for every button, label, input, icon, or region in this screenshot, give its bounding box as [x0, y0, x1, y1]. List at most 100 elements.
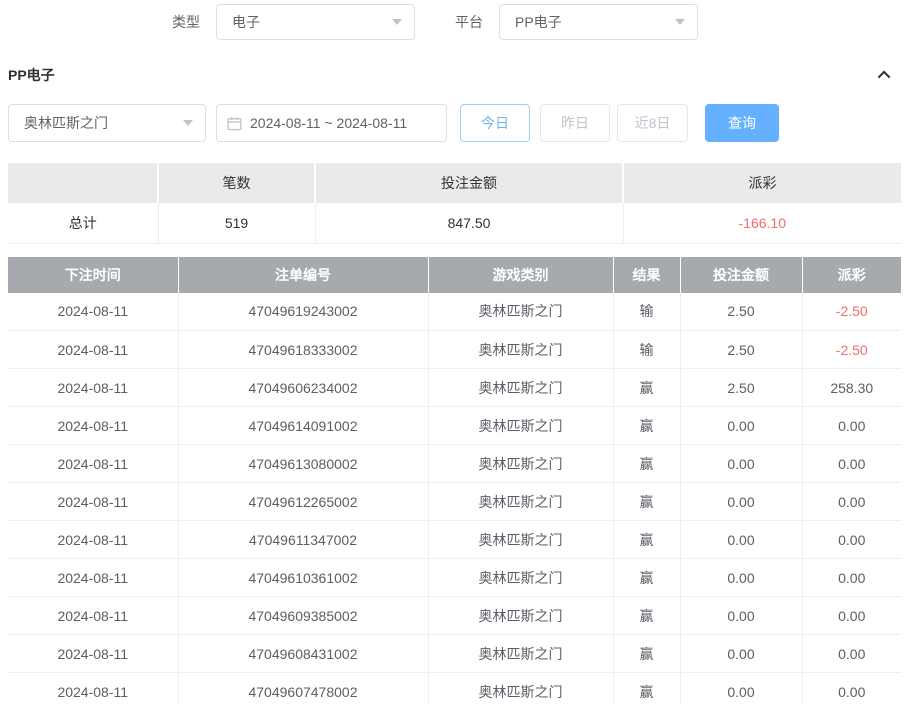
yesterday-button[interactable]: 昨日 — [540, 104, 610, 142]
table-row: 2024-08-1147049612265002奥林匹斯之门赢0.000.00 — [8, 483, 901, 521]
bet-id-cell: 47049613080002 — [178, 445, 428, 483]
top-filter-bar: 类型 电子 平台 PP电子 — [8, 4, 901, 40]
calendar-icon — [227, 116, 242, 131]
bet-id-cell: 47049606234002 — [178, 369, 428, 407]
payout-cell: 0.00 — [802, 673, 901, 704]
section-header: PP电子 — [8, 64, 901, 86]
bet-amount-cell: 0.00 — [680, 597, 802, 635]
header-bet-time: 下注时间 — [8, 257, 178, 293]
bet-amount-cell: 0.00 — [680, 445, 802, 483]
bet-time-cell: 2024-08-11 — [8, 445, 178, 483]
summary-payout-value: -166.10 — [623, 203, 901, 243]
platform-select[interactable]: PP电子 — [499, 4, 698, 40]
summary-header-blank — [8, 163, 158, 203]
payout-cell: 0.00 — [802, 483, 901, 521]
bet-table: 下注时间 注单编号 游戏类别 结果 投注金额 派彩 2024-08-114704… — [8, 257, 901, 704]
bet-amount-cell: 0.00 — [680, 635, 802, 673]
bet-time-cell: 2024-08-11 — [8, 483, 178, 521]
result-cell: 赢 — [613, 635, 680, 673]
payout-cell: 0.00 — [802, 597, 901, 635]
result-cell: 赢 — [613, 445, 680, 483]
summary-header-payout: 派彩 — [623, 163, 901, 203]
header-result: 结果 — [613, 257, 680, 293]
platform-label: 平台 — [455, 12, 483, 32]
bet-time-cell: 2024-08-11 — [8, 597, 178, 635]
result-cell: 赢 — [613, 597, 680, 635]
today-button[interactable]: 今日 — [460, 104, 530, 142]
bet-amount-cell: 0.00 — [680, 673, 802, 704]
last-8-days-button[interactable]: 近8日 — [617, 104, 688, 142]
date-range-value: 2024-08-11 ~ 2024-08-11 — [250, 115, 407, 131]
type-select[interactable]: 电子 — [216, 4, 415, 40]
table-row: 2024-08-1147049614091002奥林匹斯之门赢0.000.00 — [8, 407, 901, 445]
chevron-up-icon — [877, 70, 890, 83]
bet-id-cell: 47049612265002 — [178, 483, 428, 521]
table-row: 2024-08-1147049611347002奥林匹斯之门赢0.000.00 — [8, 521, 901, 559]
bet-id-cell: 47049610361002 — [178, 559, 428, 597]
payout-cell: 258.30 — [802, 369, 901, 407]
game-type-cell: 奥林匹斯之门 — [428, 331, 613, 369]
result-cell: 赢 — [613, 407, 680, 445]
game-select[interactable]: 奥林匹斯之门 — [8, 104, 206, 142]
header-bet-amount: 投注金额 — [680, 257, 802, 293]
table-row: 2024-08-1147049607478002奥林匹斯之门赢0.000.00 — [8, 673, 901, 704]
summary-header-count: 笔数 — [158, 163, 315, 203]
game-type-cell: 奥林匹斯之门 — [428, 445, 613, 483]
bet-id-cell: 47049608431002 — [178, 635, 428, 673]
bet-id-cell: 47049609385002 — [178, 597, 428, 635]
summary-total-row: 总计 519 847.50 -166.10 — [8, 203, 901, 243]
game-type-cell: 奥林匹斯之门 — [428, 293, 613, 331]
game-select-value: 奥林匹斯之门 — [24, 113, 108, 133]
table-row: 2024-08-1147049606234002奥林匹斯之门赢2.50258.3… — [8, 369, 901, 407]
payout-cell: 0.00 — [802, 445, 901, 483]
bet-amount-cell: 2.50 — [680, 293, 802, 331]
type-filter: 类型 电子 — [172, 4, 415, 40]
game-type-cell: 奥林匹斯之门 — [428, 635, 613, 673]
bet-time-cell: 2024-08-11 — [8, 407, 178, 445]
section-title: PP电子 — [8, 65, 55, 85]
summary-count-value: 519 — [158, 203, 315, 243]
search-button[interactable]: 查询 — [705, 104, 779, 142]
bet-time-cell: 2024-08-11 — [8, 331, 178, 369]
bet-id-cell: 47049618333002 — [178, 331, 428, 369]
header-bet-id: 注单编号 — [178, 257, 428, 293]
result-cell: 输 — [613, 293, 680, 331]
summary-header-row: 笔数 投注金额 派彩 — [8, 163, 901, 203]
type-label: 类型 — [172, 12, 200, 32]
payout-cell: 0.00 — [802, 407, 901, 445]
bet-time-cell: 2024-08-11 — [8, 673, 178, 704]
game-type-cell: 奥林匹斯之门 — [428, 559, 613, 597]
table-row: 2024-08-1147049609385002奥林匹斯之门赢0.000.00 — [8, 597, 901, 635]
bet-amount-cell: 0.00 — [680, 407, 802, 445]
game-type-cell: 奥林匹斯之门 — [428, 521, 613, 559]
summary-table: 笔数 投注金额 派彩 总计 519 847.50 -166.10 — [8, 163, 901, 244]
table-row: 2024-08-1147049613080002奥林匹斯之门赢0.000.00 — [8, 445, 901, 483]
payout-cell: 0.00 — [802, 559, 901, 597]
game-type-cell: 奥林匹斯之门 — [428, 597, 613, 635]
header-game-type: 游戏类别 — [428, 257, 613, 293]
bet-amount-cell: 2.50 — [680, 331, 802, 369]
bet-table-header-row: 下注时间 注单编号 游戏类别 结果 投注金额 派彩 — [8, 257, 901, 293]
bet-amount-cell: 0.00 — [680, 483, 802, 521]
table-row: 2024-08-1147049608431002奥林匹斯之门赢0.000.00 — [8, 635, 901, 673]
chevron-down-icon — [183, 120, 193, 126]
summary-bet-amount-value: 847.50 — [315, 203, 623, 243]
date-range-picker[interactable]: 2024-08-11 ~ 2024-08-11 — [216, 104, 447, 142]
summary-total-label: 总计 — [8, 203, 158, 243]
bet-id-cell: 47049611347002 — [178, 521, 428, 559]
chevron-down-icon — [675, 19, 685, 25]
collapse-button[interactable] — [875, 65, 895, 85]
bet-time-cell: 2024-08-11 — [8, 293, 178, 331]
bet-time-cell: 2024-08-11 — [8, 559, 178, 597]
result-cell: 赢 — [613, 483, 680, 521]
game-type-cell: 奥林匹斯之门 — [428, 407, 613, 445]
game-type-cell: 奥林匹斯之门 — [428, 483, 613, 521]
platform-filter: 平台 PP电子 — [455, 4, 698, 40]
table-row: 2024-08-1147049619243002奥林匹斯之门输2.50-2.50 — [8, 293, 901, 331]
header-payout: 派彩 — [802, 257, 901, 293]
bet-amount-cell: 0.00 — [680, 559, 802, 597]
query-row: 奥林匹斯之门 2024-08-11 ~ 2024-08-11 今日 昨日 近8日… — [8, 104, 901, 142]
summary-header-bet-amount: 投注金额 — [315, 163, 623, 203]
page: 类型 电子 平台 PP电子 PP电子 奥林匹斯之门 — [0, 4, 909, 704]
payout-cell: 0.00 — [802, 521, 901, 559]
